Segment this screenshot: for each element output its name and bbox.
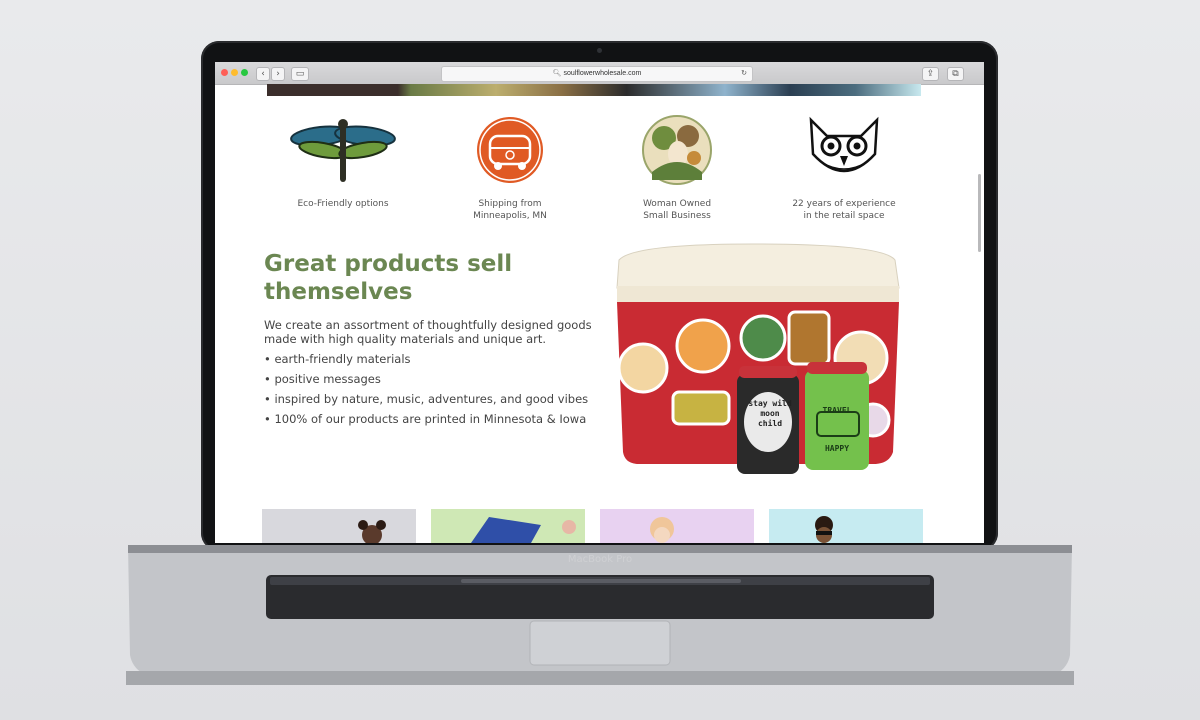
koozie-right-label: TRAVEL HAPPY xyxy=(822,406,852,453)
model-photo xyxy=(358,520,386,543)
category-tile-2[interactable] xyxy=(431,509,585,543)
browser-window: ‹ › ▭ 🔍︎ soulflowerwholesale.com ↻ ⇪ ⧉ E… xyxy=(215,62,984,543)
list-item: • positive messages xyxy=(264,372,381,386)
hero-image-strip xyxy=(267,84,921,96)
list-item: • inspired by nature, music, adventures,… xyxy=(264,392,589,406)
laptop-base xyxy=(126,545,1074,685)
reload-icon[interactable]: ↻ xyxy=(741,67,747,81)
category-tile-3[interactable] xyxy=(600,509,754,543)
dragonfly-icon xyxy=(290,119,396,182)
koozie-left-label: stay wild moon child xyxy=(748,399,792,428)
model-photo xyxy=(650,517,674,543)
category-tile-1[interactable] xyxy=(262,509,416,543)
list-item: • 100% of our products are printed in Mi… xyxy=(264,412,587,426)
back-button[interactable]: ‹ xyxy=(256,67,270,81)
browser-toolbar: ‹ › ▭ 🔍︎ soulflowerwholesale.com ↻ ⇪ ⧉ xyxy=(215,62,984,85)
feature-shipping: Shipping from Minneapolis, MN xyxy=(445,114,575,222)
feature-experience: 22 years of experience in the retail spa… xyxy=(779,114,909,222)
owl-icon xyxy=(809,116,879,173)
lock-icon: 🔍︎ xyxy=(552,70,564,77)
model-photo xyxy=(815,516,833,543)
feature-woman-owned: Woman Owned Small Business xyxy=(612,114,742,222)
laptop-brand-label: MacBook Pro xyxy=(567,554,633,565)
address-bar[interactable]: 🔍︎ soulflowerwholesale.com ↻ xyxy=(441,66,753,82)
feature-caption: Shipping from Minneapolis, MN xyxy=(473,199,547,221)
woman-icon xyxy=(642,115,712,185)
camera xyxy=(597,48,602,53)
sidebar-button[interactable]: ▭ xyxy=(291,67,309,81)
section-intro: We create an assortment of thoughtfully … xyxy=(264,318,592,346)
feature-caption: 22 years of experience in the retail spa… xyxy=(792,199,896,221)
feature-eco-friendly: Eco-Friendly options xyxy=(278,114,408,211)
section-headline: Great products sell themselves xyxy=(264,251,513,305)
scrollbar[interactable] xyxy=(978,174,981,252)
van-icon xyxy=(477,117,543,183)
url-text: soulflowerwholesale.com xyxy=(563,70,642,77)
category-tile-4[interactable] xyxy=(769,509,923,543)
feature-bullet-list: • earth-friendly materials • positive me… xyxy=(264,352,588,432)
share-button[interactable]: ⇪ xyxy=(922,67,939,81)
tabs-button[interactable]: ⧉ xyxy=(947,67,964,81)
close-window-button[interactable] xyxy=(221,69,228,76)
zoom-window-button[interactable] xyxy=(241,69,248,76)
list-item: • earth-friendly materials xyxy=(264,352,411,366)
bandana-photo xyxy=(471,517,576,543)
minimize-window-button[interactable] xyxy=(231,69,238,76)
forward-button[interactable]: › xyxy=(271,67,285,81)
feature-caption: Woman Owned Small Business xyxy=(642,199,712,221)
feature-caption: Eco-Friendly options xyxy=(297,199,389,209)
